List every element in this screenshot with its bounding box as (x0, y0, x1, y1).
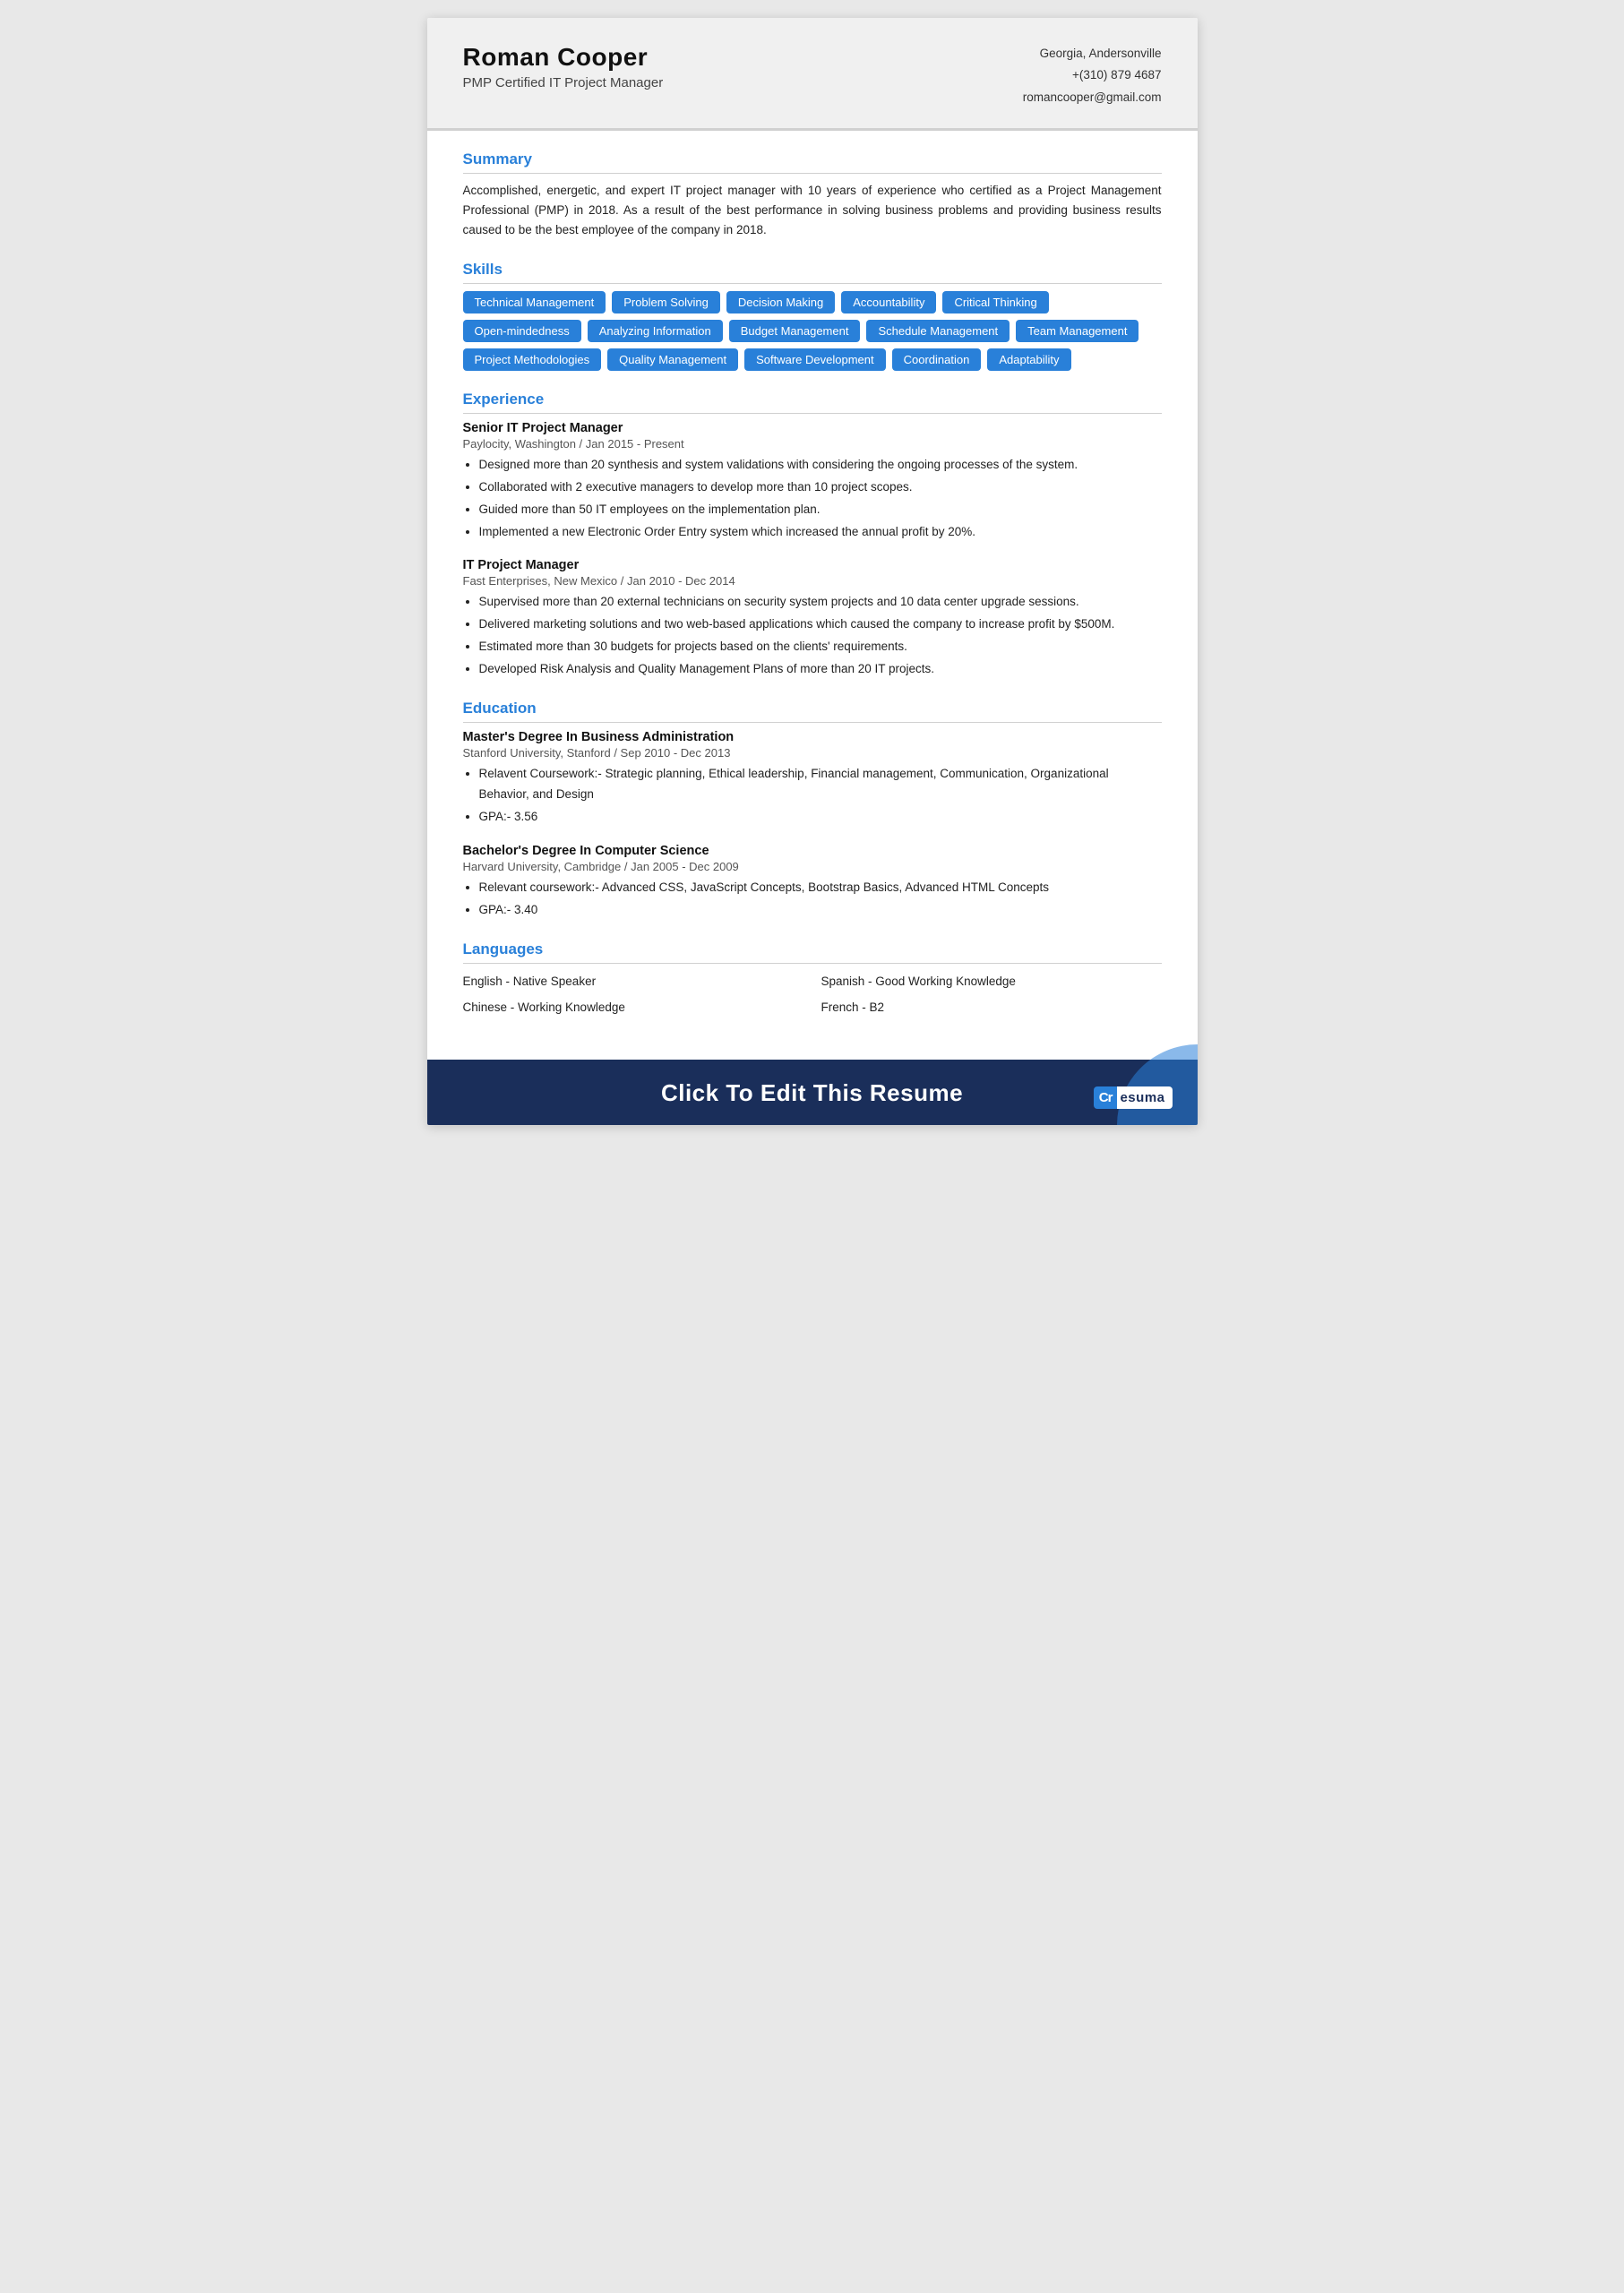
languages-grid: English - Native Speaker Spanish - Good W… (463, 971, 1162, 1019)
brand-text: esuma (1117, 1086, 1172, 1109)
candidate-title: PMP Certified IT Project Manager (463, 75, 664, 90)
section-skills: Skills Technical Management Problem Solvi… (463, 261, 1162, 371)
section-experience: Experience Senior IT Project Manager Pay… (463, 391, 1162, 681)
bullet-item: Collaborated with 2 executive managers t… (479, 477, 1162, 498)
bullet-item: GPA:- 3.56 (479, 807, 1162, 828)
skill-badge: Open-mindedness (463, 320, 581, 342)
degree-meta: Harvard University, Cambridge / Jan 2005… (463, 860, 1162, 873)
section-summary: Summary Accomplished, energetic, and exp… (463, 150, 1162, 241)
skill-badge: Technical Management (463, 291, 606, 313)
contact-phone: +(310) 879 4687 (1023, 64, 1162, 86)
bullet-item: Designed more than 20 synthesis and syst… (479, 455, 1162, 476)
section-title-summary: Summary (463, 150, 1162, 174)
skill-badge: Project Methodologies (463, 348, 602, 371)
degree-block: Master's Degree In Business Administrati… (463, 730, 1162, 828)
degree-title: Master's Degree In Business Administrati… (463, 730, 1162, 744)
job-title: IT Project Manager (463, 558, 1162, 572)
footer-brand: Cr esuma (1094, 1086, 1173, 1109)
section-title-experience: Experience (463, 391, 1162, 414)
bullet-item: Developed Risk Analysis and Quality Mana… (479, 659, 1162, 680)
bullet-item: Delivered marketing solutions and two we… (479, 614, 1162, 635)
job-title: Senior IT Project Manager (463, 421, 1162, 435)
resume-header: Roman Cooper PMP Certified IT Project Ma… (427, 18, 1198, 131)
language-item: Spanish - Good Working Knowledge (821, 971, 1162, 992)
skill-badge: Coordination (892, 348, 982, 371)
skill-badge: Team Management (1016, 320, 1139, 342)
summary-text: Accomplished, energetic, and expert IT p… (463, 181, 1162, 241)
bullet-item: Implemented a new Electronic Order Entry… (479, 522, 1162, 543)
brand-icon: Cr (1094, 1086, 1118, 1109)
skill-badge: Accountability (841, 291, 936, 313)
resume-document: Roman Cooper PMP Certified IT Project Ma… (427, 18, 1198, 1125)
skill-badge: Analyzing Information (588, 320, 723, 342)
candidate-name: Roman Cooper (463, 43, 664, 72)
degree-meta: Stanford University, Stanford / Sep 2010… (463, 746, 1162, 760)
section-title-education: Education (463, 700, 1162, 723)
skill-badge: Quality Management (607, 348, 738, 371)
language-item: English - Native Speaker (463, 971, 803, 992)
bullet-item: Relevant coursework:- Advanced CSS, Java… (479, 878, 1162, 898)
degree-bullets: Relavent Coursework:- Strategic planning… (463, 764, 1162, 828)
skills-container: Technical Management Problem Solving Decis… (463, 291, 1162, 371)
degree-title: Bachelor's Degree In Computer Science (463, 844, 1162, 858)
skill-badge: Critical Thinking (942, 291, 1048, 313)
resume-body: Summary Accomplished, energetic, and exp… (427, 131, 1198, 1061)
bullet-item: Relavent Coursework:- Strategic planning… (479, 764, 1162, 805)
degree-block: Bachelor's Degree In Computer Science Ha… (463, 844, 1162, 921)
skill-badge: Software Development (744, 348, 886, 371)
bullet-item: Guided more than 50 IT employees on the … (479, 500, 1162, 520)
header-left: Roman Cooper PMP Certified IT Project Ma… (463, 43, 664, 90)
job-meta: Fast Enterprises, New Mexico / Jan 2010 … (463, 574, 1162, 588)
skill-badge: Problem Solving (612, 291, 720, 313)
section-title-skills: Skills (463, 261, 1162, 284)
job-bullets: Designed more than 20 synthesis and syst… (463, 455, 1162, 543)
job-bullets: Supervised more than 20 external technic… (463, 592, 1162, 680)
section-title-languages: Languages (463, 940, 1162, 964)
skill-badge: Adaptability (987, 348, 1070, 371)
contact-location: Georgia, Andersonville (1023, 43, 1162, 64)
job-meta: Paylocity, Washington / Jan 2015 - Prese… (463, 437, 1162, 451)
section-education: Education Master's Degree In Business Ad… (463, 700, 1162, 921)
footer-cta: Click To Edit This Resume (661, 1079, 963, 1106)
skill-badge: Budget Management (729, 320, 861, 342)
job-block: Senior IT Project Manager Paylocity, Was… (463, 421, 1162, 543)
contact-email: romancooper@gmail.com (1023, 87, 1162, 108)
degree-bullets: Relevant coursework:- Advanced CSS, Java… (463, 878, 1162, 921)
skill-badge: Schedule Management (866, 320, 1010, 342)
header-contact: Georgia, Andersonville +(310) 879 4687 r… (1023, 43, 1162, 108)
bullet-item: Estimated more than 30 budgets for proje… (479, 637, 1162, 657)
job-block: IT Project Manager Fast Enterprises, New… (463, 558, 1162, 680)
resume-footer[interactable]: Click To Edit This Resume Cr esuma (427, 1060, 1198, 1125)
bullet-item: GPA:- 3.40 (479, 900, 1162, 921)
bullet-item: Supervised more than 20 external technic… (479, 592, 1162, 613)
section-languages: Languages English - Native Speaker Spanis… (463, 940, 1162, 1019)
language-item: French - B2 (821, 997, 1162, 1018)
skill-badge: Decision Making (726, 291, 835, 313)
language-item: Chinese - Working Knowledge (463, 997, 803, 1018)
